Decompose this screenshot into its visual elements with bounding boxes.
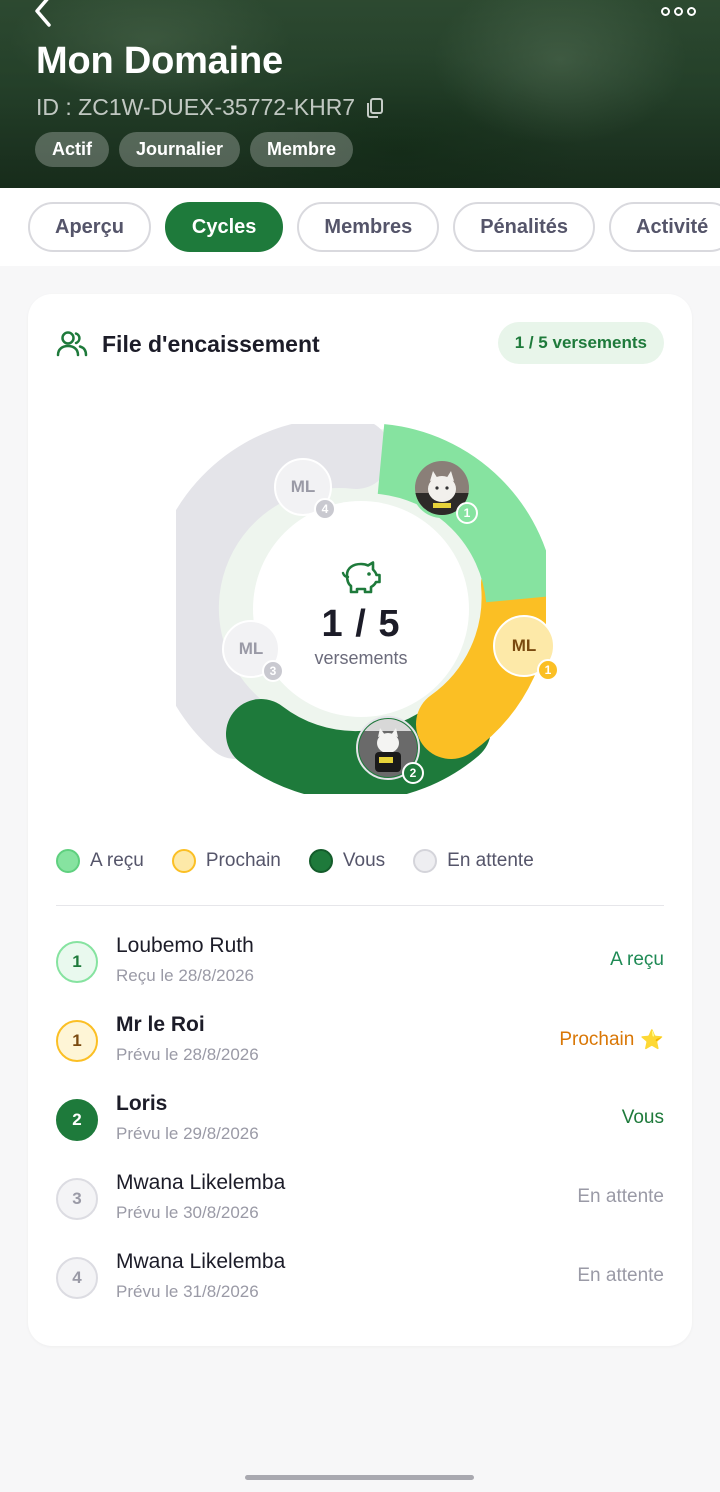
legend-label: A reçu <box>90 850 144 871</box>
member-date: Prévu le 29/8/2026 <box>116 1124 259 1143</box>
status-label: Vous <box>621 1107 664 1128</box>
tag-status: Actif <box>35 132 109 167</box>
rank-badge: 2 <box>56 1099 98 1141</box>
group-id-text: ID : ZC1W-DUEX-35772-KHR7 <box>36 94 356 120</box>
member-name: Mwana Likelemba <box>116 1171 286 1194</box>
legend-dot <box>413 849 438 873</box>
legend-dot <box>56 849 80 873</box>
rank-badge: 3 <box>56 1178 98 1220</box>
ring-node-you[interactable]: 2 <box>356 716 424 784</box>
rank-badge: 1 <box>56 941 98 983</box>
avatar-initials: ML <box>238 639 264 658</box>
people-icon <box>56 331 88 357</box>
more-dot <box>686 6 696 16</box>
ring-node-waiting[interactable]: ML 3 <box>222 620 284 682</box>
legend-item-received: A reçu <box>56 849 144 873</box>
ring-node-waiting[interactable]: ML 4 <box>274 458 336 520</box>
legend-item-waiting: En attente <box>413 849 534 873</box>
ring-center: 1 / 5 versements <box>253 501 469 717</box>
star-icon: ⭐ <box>640 1030 664 1051</box>
legend-item-you: Vous <box>308 849 386 873</box>
ring-center-label: versements <box>314 648 408 668</box>
member-status: A reçu <box>610 949 664 971</box>
member-name: Loris <box>116 1092 168 1115</box>
ring-node-next[interactable]: ML 1 <box>493 615 559 681</box>
member-date: Prévu le 30/8/2026 <box>116 1203 259 1222</box>
copy-icon[interactable] <box>365 97 385 119</box>
ring-node-received[interactable]: 1 <box>412 458 478 524</box>
avatar-initials: ML <box>511 636 537 655</box>
group-tags: Actif Journalier Membre <box>35 132 354 167</box>
ring-node-badge: 4 <box>314 498 336 520</box>
more-dot <box>673 6 683 16</box>
ring-node-badge: 1 <box>456 502 478 524</box>
legend-label: Vous <box>342 850 386 871</box>
list-item[interactable]: 1 Loubemo Ruth Reçu le 28/8/2026 A reçu <box>56 924 664 1003</box>
status-label: Prochain <box>559 1029 635 1050</box>
member-name: Mr le Roi <box>116 1013 205 1036</box>
tab-apercu[interactable]: Aperçu <box>28 202 151 252</box>
group-id-row: ID : ZC1W-DUEX-35772-KHR7 <box>36 94 385 121</box>
ring-center-value: 1 / 5 <box>321 603 401 645</box>
payout-count-badge: 1 / 5 versements <box>497 322 664 364</box>
group-header: Mon Domaine ID : ZC1W-DUEX-35772-KHR7 Ac… <box>0 0 720 188</box>
status-label: En attente <box>577 1265 664 1286</box>
tag-role: Membre <box>250 132 354 167</box>
list-item[interactable]: 1 Mr le Roi Prévu le 28/8/2026 Prochain … <box>56 1003 664 1082</box>
status-label: A reçu <box>610 949 664 970</box>
more-options-button[interactable] <box>658 0 698 22</box>
member-date: Prévu le 31/8/2026 <box>116 1282 259 1301</box>
list-item[interactable]: 2 Loris Prévu le 29/8/2026 Vous <box>56 1082 664 1161</box>
member-status: Prochain ⭐ <box>559 1028 664 1052</box>
card-header: File d'encaissement 1 / 5 versements <box>56 322 664 366</box>
list-item[interactable]: 3 Mwana Likelemba Prévu le 30/8/2026 En … <box>56 1161 664 1240</box>
tag-frequency: Journalier <box>119 132 241 167</box>
tab-activite[interactable]: Activité <box>609 202 720 252</box>
more-horizontal-icon <box>660 6 670 16</box>
member-status: Vous <box>622 1107 664 1129</box>
member-status: En attente <box>577 1265 664 1287</box>
payout-queue-card: File d'encaissement 1 / 5 versements 1 /… <box>28 294 692 1346</box>
ring-legend: A reçu Prochain Vous En attente <box>56 849 562 873</box>
chevron-left-icon <box>35 0 51 27</box>
avatar-initials: ML <box>290 477 316 496</box>
legend-label: Prochain <box>205 850 281 871</box>
tab-list: Aperçu Cycles Membres Pénalités Activité <box>28 202 720 252</box>
card-title: File d'encaissement <box>102 330 320 357</box>
ring-node-badge: 1 <box>537 659 559 681</box>
legend-dot <box>308 849 333 873</box>
member-name: Mwana Likelemba <box>116 1250 286 1273</box>
tab-penalites[interactable]: Pénalités <box>453 202 596 252</box>
home-indicator[interactable] <box>245 1475 474 1480</box>
member-date: Prévu le 28/8/2026 <box>116 1045 259 1064</box>
tabs-bar: Aperçu Cycles Membres Pénalités Activité <box>0 188 720 266</box>
rank-badge: 4 <box>56 1257 98 1299</box>
member-status: En attente <box>577 1186 664 1208</box>
back-button[interactable] <box>26 0 60 28</box>
status-label: En attente <box>577 1186 664 1207</box>
payout-member-list: 1 Loubemo Ruth Reçu le 28/8/2026 A reçu … <box>56 924 664 1319</box>
page-title: Mon Domaine <box>36 40 283 82</box>
tab-cycles[interactable]: Cycles <box>164 202 284 252</box>
tab-membres[interactable]: Membres <box>297 202 440 252</box>
legend-item-next: Prochain <box>171 849 281 873</box>
member-date: Reçu le 28/8/2026 <box>116 966 254 985</box>
ring-node-badge: 2 <box>402 762 424 784</box>
legend-label: En attente <box>447 850 534 871</box>
payout-ring: 1 / 5 versements 1 ML 1 2 ML 3 ML 4 <box>148 418 559 802</box>
list-item[interactable]: 4 Mwana Likelemba Prévu le 31/8/2026 En … <box>56 1240 664 1319</box>
piggy-bank-icon <box>341 561 381 594</box>
divider <box>56 905 664 906</box>
ring-node-badge: 3 <box>262 660 284 682</box>
legend-dot <box>171 849 196 873</box>
member-name: Loubemo Ruth <box>116 934 254 957</box>
rank-badge: 1 <box>56 1020 98 1062</box>
